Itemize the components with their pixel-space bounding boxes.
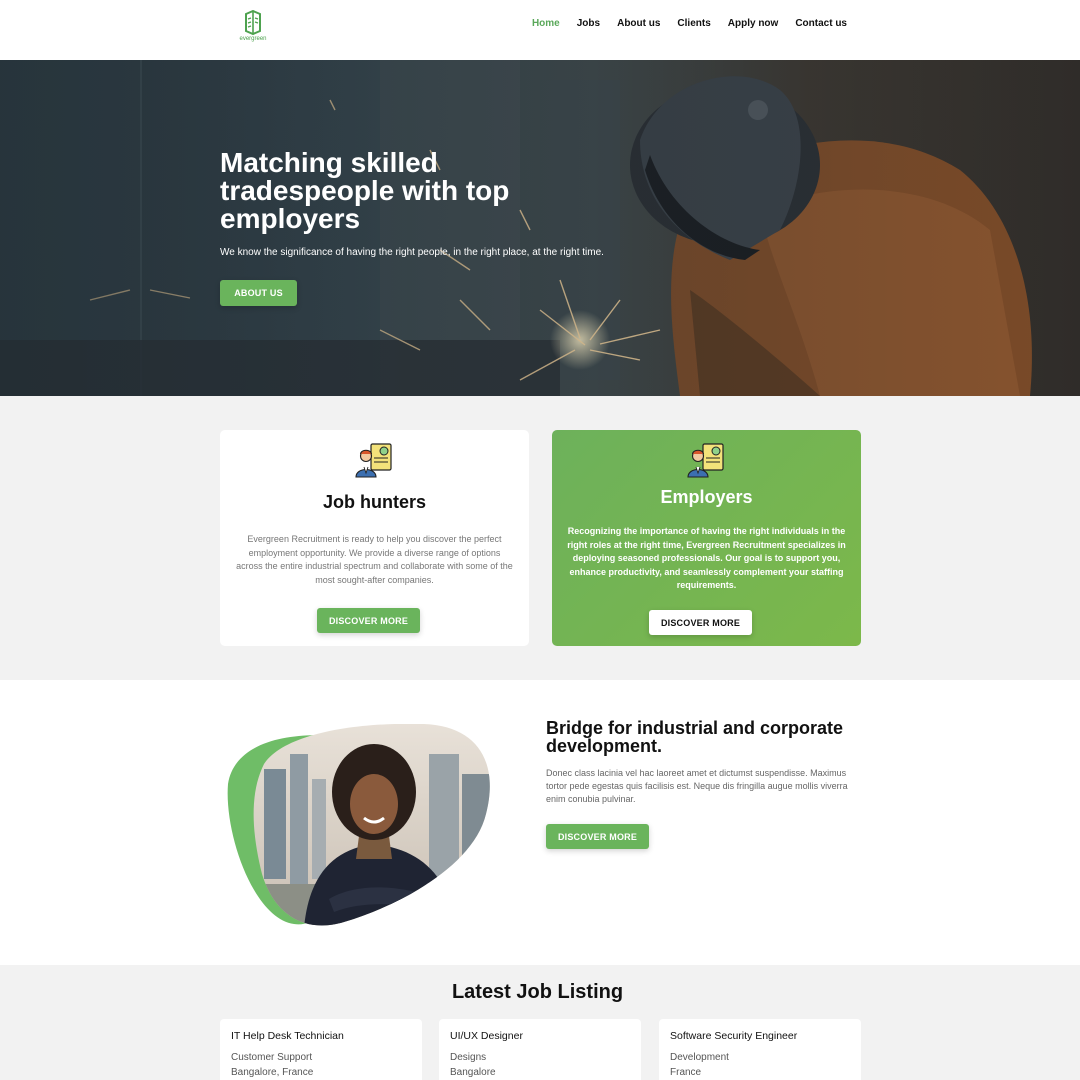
job-category: Customer Support xyxy=(231,1052,313,1063)
latest-job-listing-section: Latest Job Listing IT Help Desk Technici… xyxy=(0,965,1080,1080)
bridge-description: Donec class lacinia vel hac laoreet amet… xyxy=(546,768,848,804)
hero-subtitle: We know the significance of having the r… xyxy=(220,247,604,258)
hero-banner: Matching skilled tradespeople with top e… xyxy=(0,60,1080,396)
job-listing-title: Latest Job Listing xyxy=(451,981,624,1003)
nav-contact-us[interactable]: Contact us xyxy=(795,18,847,30)
job-category: Development xyxy=(670,1052,729,1063)
job-hunters-discover-more-button[interactable]: DISCOVER MORE xyxy=(317,608,420,633)
site-header: evergreen Home Jobs About us Clients App… xyxy=(0,0,1080,60)
about-us-button[interactable]: ABOUT US xyxy=(220,280,297,306)
employers-discover-more-button[interactable]: DISCOVER MORE xyxy=(649,610,752,635)
job-title: UI/UX Designer xyxy=(450,1030,523,1042)
bridge-section: Bridge for industrial and corporate deve… xyxy=(0,680,1080,965)
employers-description: Recognizing the importance of having the… xyxy=(567,526,846,590)
nav-jobs[interactable]: Jobs xyxy=(577,18,600,30)
bridge-title: Bridge for industrial and corporate deve… xyxy=(546,718,844,756)
job-hunters-card: Job hunters Evergreen Recruitment is rea… xyxy=(220,430,529,646)
job-location: Bangalore, France xyxy=(231,1067,314,1078)
main-nav: Home Jobs About us Clients Apply now Con… xyxy=(532,18,847,30)
job-title: Software Security Engineer xyxy=(670,1030,798,1042)
recruiter-icon xyxy=(355,443,392,478)
job-card[interactable]: Software Security Engineer Development F… xyxy=(659,1019,861,1080)
audience-cards-section: Job hunters Evergreen Recruitment is rea… xyxy=(0,396,1080,680)
job-category: Designs xyxy=(450,1052,487,1063)
job-location: Bangalore xyxy=(450,1067,496,1078)
employers-card: Employers Recognizing the importance of … xyxy=(552,430,861,646)
employers-title: Employers xyxy=(660,487,753,507)
job-card[interactable]: UI/UX Designer Designs Bangalore xyxy=(439,1019,641,1080)
hero-title: Matching skilled tradespeople with top e… xyxy=(220,147,510,234)
nav-apply-now[interactable]: Apply now xyxy=(728,18,779,30)
nav-clients[interactable]: Clients xyxy=(677,18,710,30)
professional-woman-image xyxy=(224,724,494,928)
bridge-discover-more-button[interactable]: DISCOVER MORE xyxy=(546,824,649,849)
recruiter-icon xyxy=(687,443,724,478)
logo-text: evergreen xyxy=(239,36,267,42)
job-hunters-title: Job hunters xyxy=(322,492,426,512)
job-card[interactable]: IT Help Desk Technician Customer Support… xyxy=(220,1019,422,1080)
evergreen-logo[interactable]: evergreen xyxy=(236,10,270,46)
logo-icon xyxy=(245,10,261,36)
nav-home[interactable]: Home xyxy=(532,18,560,30)
job-title: IT Help Desk Technician xyxy=(231,1030,344,1042)
job-hunters-description: Evergreen Recruitment is ready to help y… xyxy=(236,534,513,585)
job-location: France xyxy=(670,1067,702,1078)
nav-about-us[interactable]: About us xyxy=(617,18,660,30)
